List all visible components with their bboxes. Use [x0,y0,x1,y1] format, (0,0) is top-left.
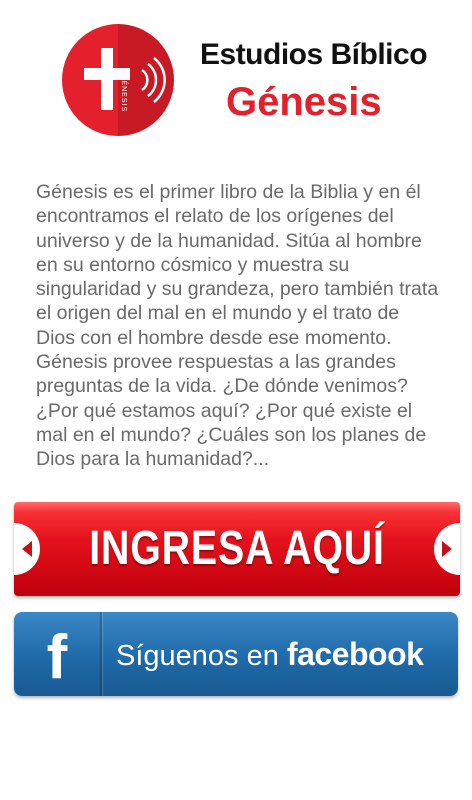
facebook-button-label: Síguenos en facebook [116,612,424,696]
facebook-label-brand: facebook [286,636,424,672]
ingresa-button[interactable]: INGRESA AQUÍ [14,502,460,596]
arrow-right-icon [434,523,460,575]
ingresa-label: INGRESA AQUÍ [89,522,385,575]
description-text: Génesis es el primer libro de la Biblia … [36,181,439,471]
facebook-icon: f [14,612,102,696]
facebook-icon-glyph: f [46,623,68,692]
app-logo: GÉNESIS [62,24,174,136]
logo-vertical-text: GÉNESIS [120,74,127,113]
cross-icon [84,48,166,110]
facebook-follow-button[interactable]: f Síguenos en facebook [14,612,458,696]
app-header: GÉNESIS Estudios Bíblico Génesis [0,0,472,150]
arrow-left-icon [14,523,40,575]
sound-waves-icon [141,68,149,92]
app-title-line2: Génesis [226,80,382,124]
facebook-label-prefix: Síguenos en [116,640,279,672]
app-title-line1: Estudios Bíblico [200,38,428,71]
